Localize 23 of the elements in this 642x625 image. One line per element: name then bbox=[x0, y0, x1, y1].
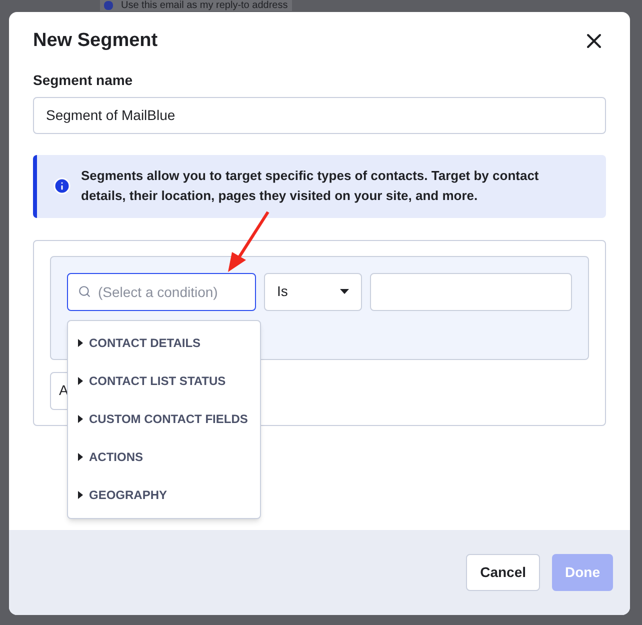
info-text: Segments allow you to target specific types of contacts. Target by contact details, their location, pages they visited on your site, and more. bbox=[81, 167, 540, 205]
checkbox[interactable] bbox=[104, 1, 113, 10]
dropdown-item[interactable]: CONTACT LIST STATUS bbox=[68, 362, 260, 400]
dropdown-item[interactable]: CUSTOM CONTACT FIELDS bbox=[68, 400, 260, 438]
operator-select[interactable]: Is bbox=[264, 272, 362, 310]
condition-search-field[interactable]: (Select a condition) bbox=[67, 272, 256, 310]
cancel-button[interactable]: Cancel bbox=[466, 554, 540, 591]
dropdown-item[interactable]: CONTACT DETAILS bbox=[68, 324, 260, 362]
dialog-title: New Segment bbox=[33, 29, 158, 53]
caret-icon bbox=[340, 289, 349, 294]
caret-icon bbox=[78, 377, 83, 386]
field-label: Segment name bbox=[33, 70, 134, 90]
caret-icon bbox=[78, 452, 83, 461]
info-icon bbox=[53, 177, 71, 195]
segment-name-field[interactable]: Segment of MailBlue bbox=[33, 96, 606, 134]
backdrop-text: Use this email as my reply-to address bbox=[121, 0, 288, 11]
value-field[interactable] bbox=[370, 272, 572, 310]
dropdown-item[interactable]: GEOGRAPHY bbox=[68, 476, 260, 514]
caret-icon bbox=[78, 339, 83, 348]
dropdown-item[interactable]: ACTIONS bbox=[68, 438, 260, 476]
search-icon bbox=[78, 284, 91, 298]
caret-icon bbox=[78, 414, 83, 423]
caret-icon bbox=[78, 490, 83, 499]
